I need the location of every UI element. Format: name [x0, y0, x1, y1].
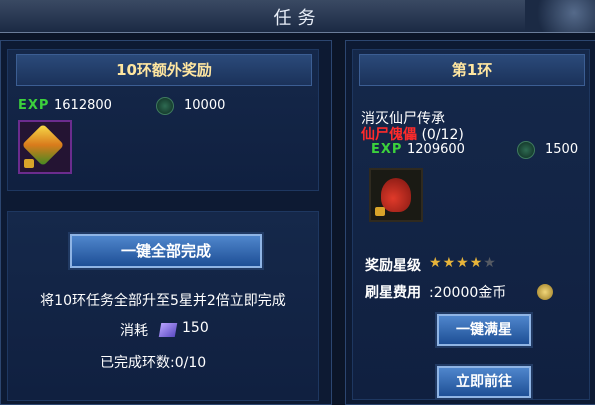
spirit-coin-icon: [517, 141, 535, 159]
cost-label: 消耗: [120, 323, 148, 339]
cost-value: 150: [182, 320, 209, 336]
bonus-title: 10环额外奖励: [16, 54, 312, 86]
star-icon: ★: [442, 255, 456, 271]
task-panel: 第1环 消灭仙尸传承 仙尸傀儡 (0/12) EXP 1209600 1500 …: [345, 40, 595, 405]
star-icon: ★: [469, 255, 483, 271]
reward-item-slot[interactable]: [369, 168, 423, 222]
complete-all-description: 将10环任务全部升至5星并2倍立即完成: [40, 293, 286, 309]
round-section: 第1环 消灭仙尸传承 仙尸傀儡 (0/12) EXP 1209600 1500 …: [352, 49, 590, 400]
refresh-cost-value: :20000金币: [429, 285, 507, 301]
crystal-icon: [158, 323, 178, 337]
go-now-button[interactable]: 立即前往: [437, 366, 531, 398]
exp-icon: EXP: [18, 98, 50, 113]
star-icon: ★: [429, 255, 442, 271]
complete-all-section: 一键全部完成 将10环任务全部升至5星并2倍立即完成 消耗 150 已完成环数:…: [7, 211, 319, 401]
gold-coin-icon: [537, 284, 553, 300]
coin-value: 1500: [545, 142, 579, 157]
task-target: 仙尸傀儡 (0/12): [361, 124, 464, 144]
bonus-reward-section: 10环额外奖励 EXP 1612800 10000: [7, 49, 319, 191]
complete-all-button[interactable]: 一键全部完成: [70, 234, 262, 268]
window-title: 任务: [273, 8, 322, 29]
target-name: 仙尸傀儡: [361, 127, 417, 143]
spirit-coin-icon: [156, 97, 174, 115]
target-progress: (0/12): [421, 127, 464, 143]
exp-value: 1612800: [54, 98, 112, 113]
star-label: 奖励星级: [365, 258, 421, 274]
exp-icon: EXP: [371, 142, 403, 157]
exp-value: 1209600: [407, 142, 465, 157]
lock-icon: [375, 207, 385, 216]
lock-icon: [24, 159, 34, 168]
progress-text: 已完成环数:0/10: [100, 355, 207, 371]
corner-ornament: [525, 0, 595, 32]
max-star-button[interactable]: 一键满星: [437, 314, 531, 346]
reward-item-slot[interactable]: [18, 120, 72, 174]
star-icon-empty: ★: [483, 255, 496, 271]
refresh-cost-label: 刷星费用: [365, 285, 421, 301]
round-title: 第1环: [359, 54, 585, 86]
star-rating: ★★★★★: [429, 255, 497, 271]
bonus-panel: 10环额外奖励 EXP 1612800 10000 一键全部完成 将10环任务全…: [0, 40, 332, 405]
star-icon: ★: [456, 255, 469, 271]
potion-item-icon: [381, 178, 411, 212]
title-bar: 任务: [0, 0, 595, 33]
coin-value: 10000: [184, 98, 226, 113]
